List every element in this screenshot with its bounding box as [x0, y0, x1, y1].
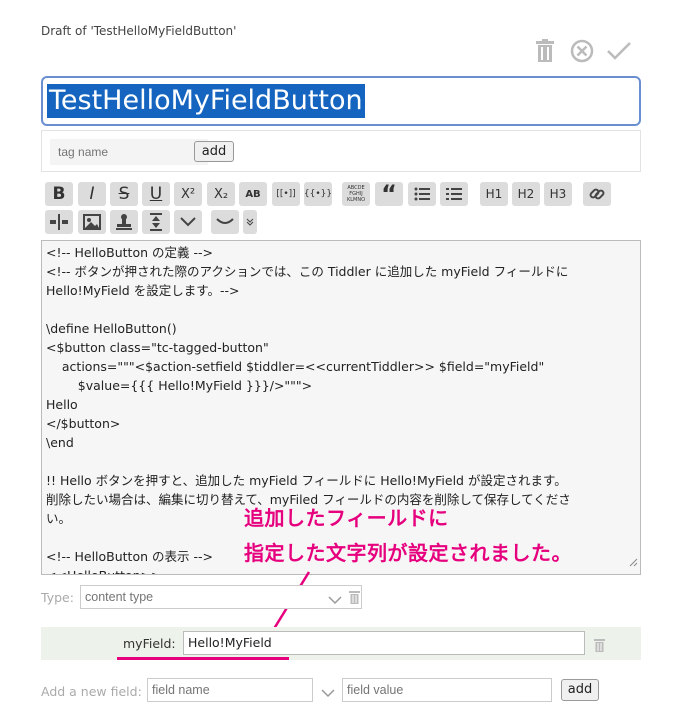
new-field-label: Add a new field:	[41, 684, 142, 699]
annotation-pointer	[270, 571, 311, 633]
new-field-row: Add a new field: add	[41, 678, 641, 704]
field-name-label: myField:	[123, 636, 176, 651]
chevron-down-icon[interactable]	[321, 686, 335, 701]
type-label: Type:	[41, 590, 74, 605]
field-value-input[interactable]: Hello!MyField	[183, 631, 585, 655]
new-field-name-input[interactable]	[147, 678, 313, 702]
delete-field-icon[interactable]	[594, 637, 605, 656]
new-field-value-input[interactable]	[342, 678, 552, 702]
chevron-down-icon[interactable]	[328, 593, 342, 608]
field-row-myfield: myField: Hello!MyField	[41, 627, 641, 660]
highlight-underline	[117, 657, 289, 660]
delete-type-icon[interactable]	[349, 590, 360, 607]
content-type-input[interactable]	[80, 585, 362, 609]
type-row: Type:	[41, 585, 641, 611]
add-field-button[interactable]: add	[561, 679, 599, 701]
